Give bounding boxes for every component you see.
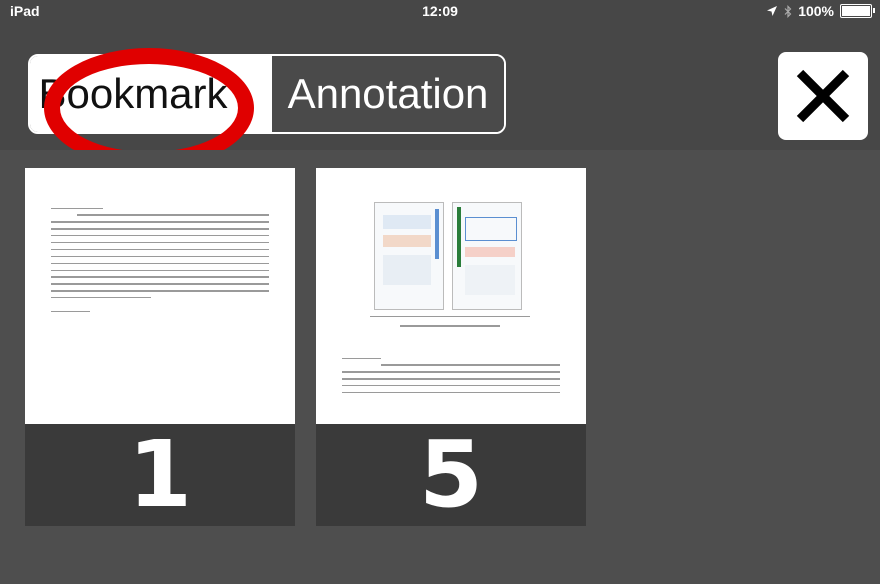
battery-icon xyxy=(840,4,875,18)
bookmark-list: 1 5 xyxy=(0,150,880,584)
battery-percent: 100% xyxy=(798,3,834,19)
figure-image xyxy=(374,202,522,310)
bluetooth-icon xyxy=(784,4,792,18)
location-arrow-icon xyxy=(767,6,778,16)
page-preview xyxy=(25,168,295,424)
page-number: 1 xyxy=(127,421,192,528)
clock: 12:09 xyxy=(422,3,458,19)
caption-lines xyxy=(370,316,530,327)
segmented-control: Bookmark Annotation xyxy=(28,54,506,134)
bookmark-thumbnail[interactable]: 1 xyxy=(25,168,295,528)
page-text-lines xyxy=(51,202,269,318)
page-preview xyxy=(316,168,586,424)
segment-bookmark[interactable]: Bookmark xyxy=(30,56,270,132)
segment-annotation-label: Annotation xyxy=(287,70,489,117)
status-bar: iPad 12:09 100% xyxy=(0,0,880,40)
segment-annotation[interactable]: Annotation xyxy=(270,56,504,132)
toolbar: Bookmark Annotation xyxy=(0,40,880,168)
bookmark-thumbnail[interactable]: 5 xyxy=(316,168,586,528)
page-text-lines xyxy=(342,352,560,399)
page-number: 5 xyxy=(418,421,483,528)
segment-bookmark-label: Bookmark xyxy=(38,70,228,117)
close-button[interactable] xyxy=(778,52,868,140)
status-right: 100% xyxy=(766,3,875,19)
close-x-icon xyxy=(796,69,850,123)
